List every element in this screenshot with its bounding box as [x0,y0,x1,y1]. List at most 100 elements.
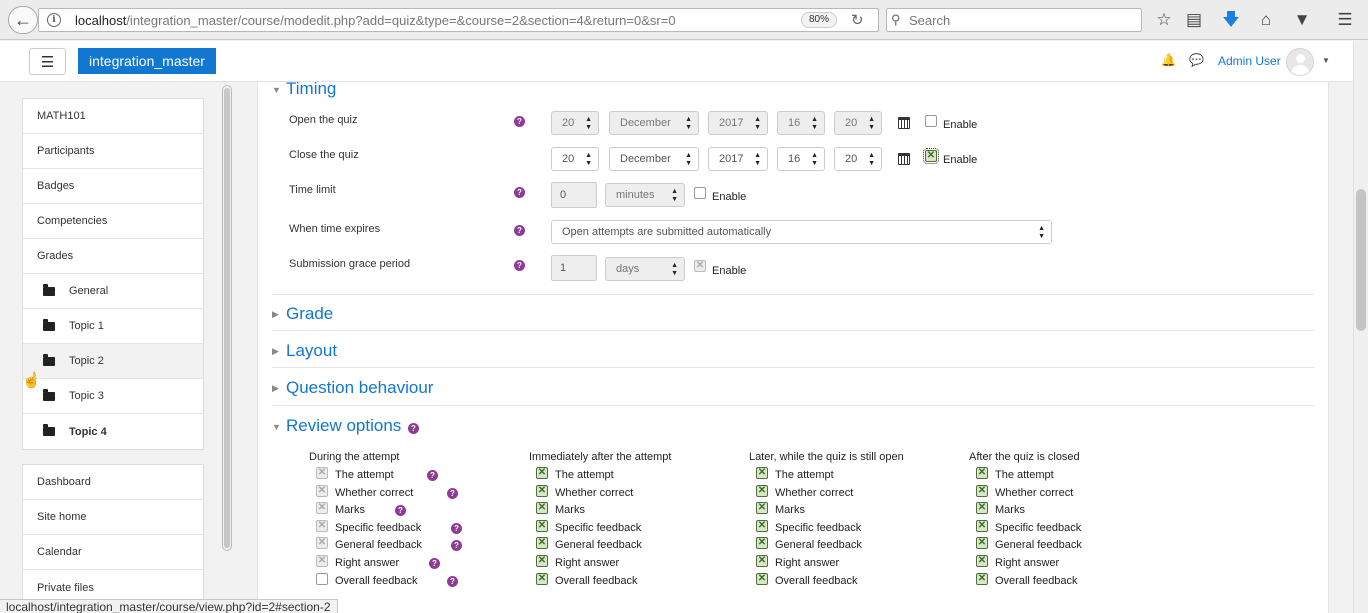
review-during-checkbox[interactable]: ✕ [316,467,328,479]
help-icon[interactable]: ? [514,116,525,127]
review-during-checkbox[interactable] [316,573,328,585]
section-review-options-toggle[interactable]: ▼ Review options [272,416,401,436]
sidebar-item-site-home[interactable]: Site home [23,500,203,535]
review-later-checkbox[interactable]: ✕ [756,520,768,532]
help-icon[interactable]: ? [514,187,525,198]
messages-icon[interactable]: 💬 [1189,53,1204,67]
chevron-down-icon[interactable]: ▼ [1322,56,1330,65]
review-during-checkbox[interactable]: ✕ [316,485,328,497]
help-icon[interactable]: ? [514,260,525,271]
review-later-checkbox[interactable]: ✕ [756,573,768,585]
review-later-checkbox[interactable]: ✕ [756,485,768,497]
review-after-checkbox[interactable]: ✕ [976,573,988,585]
info-icon[interactable]: i [47,13,61,27]
section-question-behaviour-toggle[interactable]: ▶ Question behaviour [272,378,433,398]
calendar-icon[interactable] [898,153,910,165]
help-icon[interactable]: ? [514,225,525,236]
sidebar-scrollbar[interactable] [222,85,232,551]
close-month-select[interactable]: December ▲ ▼ [609,147,699,171]
review-after-checkbox[interactable]: ✕ [976,537,988,549]
sidebar-item-course[interactable]: MATH101 [23,99,203,134]
sidebar-item-topic-1[interactable]: Topic 1 [23,309,203,344]
open-day-select[interactable]: 20 ▲ ▼ [551,111,599,135]
search-input[interactable]: ⚲ Search [886,8,1142,32]
open-month-select[interactable]: December ▲ ▼ [609,111,699,135]
sidebar-item-general[interactable]: General [23,274,203,309]
review-during-checkbox[interactable]: ✕ [316,537,328,549]
download-icon[interactable]: 🡇 [1220,9,1242,31]
review-immediately-checkbox[interactable]: ✕ [536,537,548,549]
sidebar-item-topic-3[interactable]: Topic 3 [23,379,203,414]
sidebar-item-calendar[interactable]: Calendar [23,535,203,570]
help-icon[interactable]: ? [429,558,440,569]
close-enable-checkbox[interactable]: ✕ [923,148,939,164]
close-minute-select[interactable]: 20 ▲ ▼ [834,147,882,171]
help-icon[interactable]: ? [408,423,419,434]
site-brand-link[interactable]: integration_master [78,48,216,74]
calendar-icon[interactable] [898,117,910,129]
when-expires-select[interactable]: Open attempts are submitted automaticall… [551,220,1052,244]
review-later-checkbox[interactable]: ✕ [756,467,768,479]
sidebar-item-competencies[interactable]: Competencies [23,204,203,239]
time-limit-unit-select[interactable]: minutes ▲ ▼ [605,183,685,207]
review-later-checkbox[interactable]: ✕ [756,555,768,567]
help-icon[interactable]: ? [447,488,458,499]
review-immediately-checkbox[interactable]: ✕ [536,520,548,532]
review-immediately-checkbox[interactable]: ✕ [536,555,548,567]
sidebar-item-participants[interactable]: Participants [23,134,203,169]
time-limit-input[interactable]: 0 [551,182,597,208]
grace-period-input[interactable]: 1 [551,255,597,281]
review-during-checkbox[interactable]: ✕ [316,502,328,514]
review-immediately-checkbox[interactable]: ✕ [536,502,548,514]
help-icon[interactable]: ? [427,470,438,481]
close-hour-select[interactable]: 16 ▲ ▼ [777,147,825,171]
zoom-indicator[interactable]: 80% [801,12,837,28]
review-immediately-checkbox[interactable]: ✕ [536,467,548,479]
help-icon[interactable]: ? [451,523,462,534]
review-during-checkbox[interactable]: ✕ [316,520,328,532]
review-after-checkbox[interactable]: ✕ [976,485,988,497]
close-day-select[interactable]: 20 ▲ ▼ [551,147,599,171]
user-menu-name[interactable]: Admin User [1218,54,1281,68]
review-after-checkbox[interactable]: ✕ [976,555,988,567]
sidebar-item-dashboard[interactable]: Dashboard [23,465,203,500]
review-after-checkbox[interactable]: ✕ [976,467,988,479]
page-scrollbar[interactable] [1353,41,1368,613]
open-minute-select[interactable]: 20 ▲ ▼ [834,111,882,135]
open-year-select[interactable]: 2017 ▲ ▼ [708,111,768,135]
review-later-checkbox[interactable]: ✕ [756,537,768,549]
help-icon[interactable]: ? [451,540,462,551]
menu-icon[interactable]: ☰ [1334,9,1356,31]
section-layout-toggle[interactable]: ▶ Layout [272,341,337,361]
section-timing-toggle[interactable]: ▼ Timing [272,79,336,99]
avatar[interactable] [1286,48,1314,76]
notification-bell-icon[interactable]: 🔔 [1161,53,1176,67]
sidebar-item-badges[interactable]: Badges [23,169,203,204]
section-grade-toggle[interactable]: ▶ Grade [272,304,333,324]
help-icon[interactable]: ? [395,505,406,516]
review-immediately-checkbox[interactable]: ✕ [536,485,548,497]
review-later-checkbox[interactable]: ✕ [756,502,768,514]
time-limit-enable-checkbox[interactable] [694,187,706,199]
sidebar-item-topic-2[interactable]: Topic 2 [23,344,203,379]
sidebar-item-topic-4[interactable]: Topic 4 [23,414,203,449]
home-icon[interactable]: ⌂ [1255,9,1277,31]
grace-enable-checkbox[interactable]: ✕ [694,260,706,272]
pocket-icon[interactable]: ▼ [1291,9,1313,31]
open-enable-checkbox[interactable] [925,115,937,127]
bookmark-star-icon[interactable]: ☆ [1153,9,1175,31]
reading-list-icon[interactable]: ▤ [1183,9,1205,31]
review-after-checkbox[interactable]: ✕ [976,520,988,532]
open-hour-select[interactable]: 16 ▲ ▼ [777,111,825,135]
close-year-select[interactable]: 2017 ▲ ▼ [708,147,768,171]
drawer-toggle-button[interactable]: ☰ [29,48,66,75]
grace-period-unit-select[interactable]: days ▲ ▼ [605,257,685,281]
sidebar-item-grades[interactable]: Grades [23,239,203,274]
review-immediately-checkbox[interactable]: ✕ [536,573,548,585]
back-icon[interactable]: ← [8,6,38,34]
help-icon[interactable]: ? [447,576,458,587]
url-bar[interactable]: i localhost/integration_master/course/mo… [38,8,879,32]
reload-icon[interactable]: ↻ [851,11,864,29]
review-during-checkbox[interactable]: ✕ [316,555,328,567]
review-after-checkbox[interactable]: ✕ [976,502,988,514]
